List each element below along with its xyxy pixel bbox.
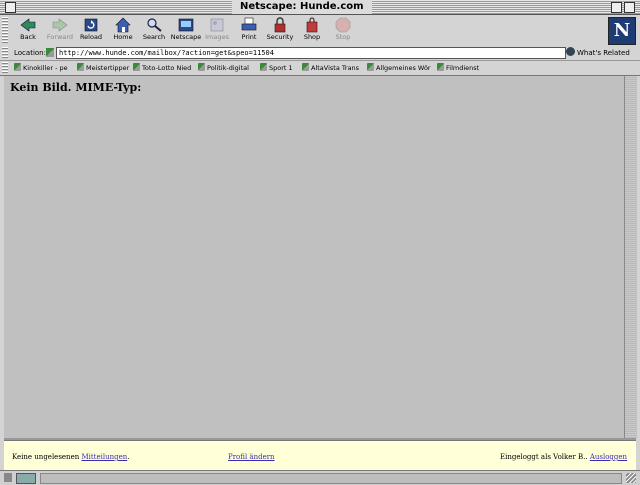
bookmark-icon <box>133 63 140 71</box>
print-button[interactable]: Print <box>233 17 265 45</box>
page-proxy-icon[interactable] <box>46 48 54 57</box>
login-status: Eingeloggt als Volker B.. Ausloggen <box>500 453 628 461</box>
horizontal-scrollbar[interactable] <box>40 473 622 484</box>
related-icon <box>566 47 575 56</box>
vertical-scrollbar[interactable] <box>624 76 637 438</box>
bookmark-item[interactable]: Meistertipper <box>77 63 129 73</box>
bookmark-icon <box>77 63 84 71</box>
back-arrow-icon <box>20 17 36 33</box>
title-bar[interactable]: Netscape: Hunde.com <box>0 0 640 15</box>
page-heading: Kein Bild. MIME-Typ: <box>10 81 142 94</box>
component-bar-icon[interactable] <box>16 473 36 484</box>
images-icon <box>209 17 225 33</box>
location-label: Location: <box>14 49 46 57</box>
reload-button[interactable]: Reload <box>75 17 107 45</box>
bookmark-icon <box>367 63 374 71</box>
shopping-bag-icon <box>304 17 320 33</box>
messages-link[interactable]: Mitteilungen <box>81 453 127 461</box>
forward-arrow-icon <box>52 17 68 33</box>
navigation-toolbar: Back Forward Reload Home Search Netscape… <box>0 15 640 47</box>
browser-window: Netscape: Hunde.com Back Forward Reload <box>0 0 640 485</box>
profile-link-wrap: Profil ändern <box>228 452 275 462</box>
window-title: Netscape: Hunde.com <box>232 0 372 14</box>
bookmark-item[interactable]: Politik-digital <box>198 63 249 73</box>
profile-link[interactable]: Profil ändern <box>228 453 275 461</box>
bookmark-item[interactable]: Allgemeines Wör <box>367 63 431 73</box>
images-button[interactable]: Images <box>201 17 233 45</box>
printer-icon <box>241 17 257 33</box>
toolbar-grip[interactable] <box>2 17 8 44</box>
netscape-button[interactable]: Netscape <box>170 17 202 45</box>
personal-toolbar: Kinokiller - pe Meistertipper Toto-Lotto… <box>0 61 640 76</box>
bookmark-item[interactable]: Sport 1 <box>260 63 293 73</box>
bookmark-icon <box>302 63 309 71</box>
bookmark-icon <box>198 63 205 71</box>
home-icon <box>115 17 131 33</box>
bookmark-icon <box>437 63 444 71</box>
url-field[interactable]: http://www.hunde.com/mailbox/?action=get… <box>56 47 566 59</box>
personal-grip[interactable] <box>2 62 8 74</box>
search-button[interactable]: Search <box>138 17 170 45</box>
home-button[interactable]: Home <box>107 17 139 45</box>
bookmark-item[interactable]: AltaVista Trans <box>302 63 359 73</box>
bookmark-item[interactable]: Filmdienst <box>437 63 479 73</box>
logout-link[interactable]: Ausloggen <box>590 453 627 461</box>
security-status-icon[interactable] <box>4 473 12 482</box>
zoom-box[interactable] <box>611 2 622 13</box>
unread-status: Keine ungelesenen Mitteilungen. <box>12 453 130 461</box>
location-bar: Location: http://www.hunde.com/mailbox/?… <box>0 46 640 61</box>
stop-icon <box>335 17 351 33</box>
stop-button[interactable]: Stop <box>327 17 359 45</box>
bookmark-icon <box>14 63 21 71</box>
netscape-logo[interactable]: N <box>608 17 636 45</box>
status-bar <box>0 470 640 485</box>
bookmark-item[interactable]: Toto-Lotto Nied <box>133 63 191 73</box>
reload-icon <box>83 17 99 33</box>
resize-grip[interactable] <box>626 473 636 483</box>
search-icon <box>146 17 162 33</box>
lock-icon <box>272 17 288 33</box>
bookmark-icon <box>260 63 267 71</box>
back-button[interactable]: Back <box>12 17 44 45</box>
content-frame: Kein Bild. MIME-Typ: <box>4 76 624 438</box>
bookmark-item[interactable]: Kinokiller - pe <box>14 63 68 73</box>
forward-button[interactable]: Forward <box>44 17 76 45</box>
collapse-box[interactable] <box>624 2 635 13</box>
security-button[interactable]: Security <box>264 17 296 45</box>
netscape-icon <box>178 17 194 33</box>
location-grip[interactable] <box>2 47 8 59</box>
close-box[interactable] <box>5 2 16 13</box>
footer-frame: Keine ungelesenen Mitteilungen. Profil ä… <box>4 440 636 471</box>
whats-related-button[interactable]: What's Related <box>566 47 630 59</box>
shop-button[interactable]: Shop <box>296 17 328 45</box>
